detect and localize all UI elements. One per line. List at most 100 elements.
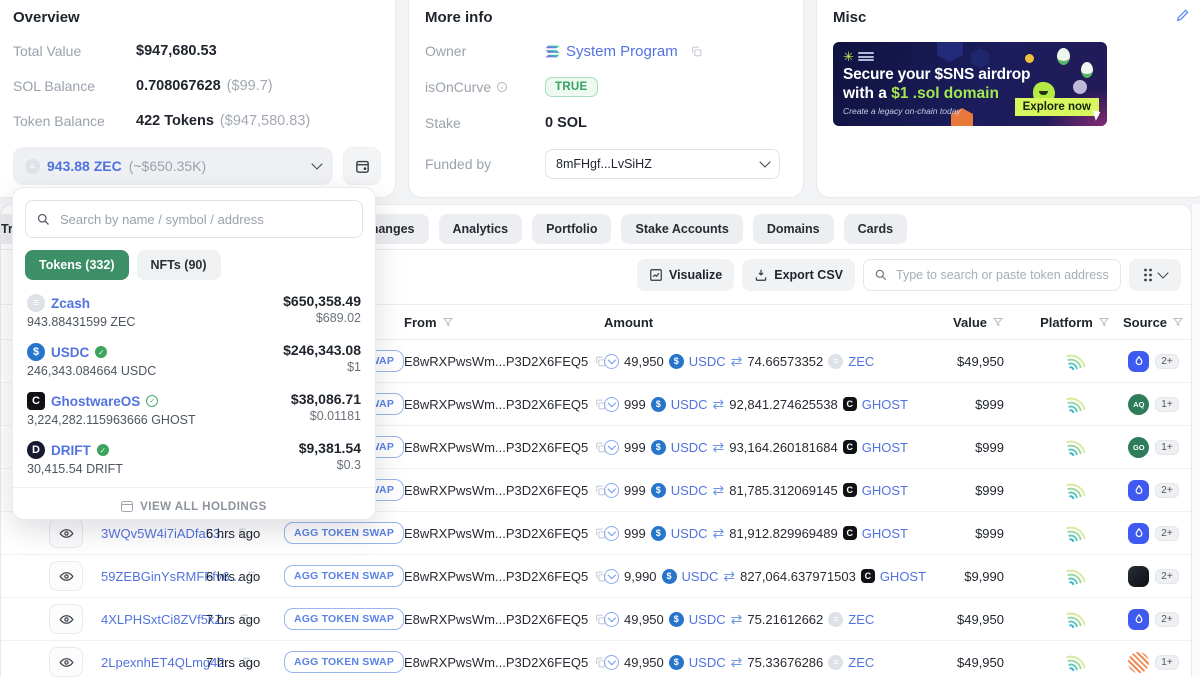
column-header-value[interactable]: Value [904,315,1004,330]
owner-link[interactable]: System Program [566,43,678,60]
expand-chevron-icon[interactable] [604,440,619,455]
edit-pencil-icon[interactable] [1175,7,1191,26]
from-address[interactable]: E8wRXPwsWm...P3D2X6FEQ5 [404,397,588,412]
from-header-label: From [404,315,437,330]
source-drop-icon[interactable] [1128,523,1149,544]
token-selector[interactable]: ≡ 943.88 ZEC (~$650.35K) [13,147,333,185]
platform-icon[interactable] [1065,521,1086,545]
platform-icon[interactable] [1065,564,1086,588]
from-address[interactable]: E8wRXPwsWm...P3D2X6FEQ5 [404,655,588,670]
from-address[interactable]: E8wRXPwsWm...P3D2X6FEQ5 [404,440,588,455]
preview-eye-button[interactable] [49,647,83,677]
platform-icon[interactable] [1065,349,1086,373]
from-address[interactable]: E8wRXPwsWm...P3D2X6FEQ5 [404,526,588,541]
wallet-button[interactable] [343,147,381,185]
tab-stake-accounts[interactable]: Stake Accounts [621,214,742,244]
token-in-link[interactable]: USDC [671,397,708,412]
filter-icon[interactable] [442,316,454,328]
token-selector-usd: (~$650.35K) [129,158,206,174]
from-address[interactable]: E8wRXPwsWm...P3D2X6FEQ5 [404,483,588,498]
token-in-link[interactable]: USDC [689,612,726,627]
platform-icon[interactable] [1065,478,1086,502]
action-badge[interactable]: AGG TOKEN SWAP [284,565,404,587]
table-search [863,259,1121,291]
scrollbar-gutter[interactable] [1191,204,1200,677]
ad-banner[interactable]: ✳ Secure your $SNS airdrop with a $1 .so… [833,42,1107,126]
tab-domains[interactable]: Domains [753,214,834,244]
filter-icon[interactable] [1098,316,1110,328]
from-address[interactable]: E8wRXPwsWm...P3D2X6FEQ5 [404,612,588,627]
preview-eye-button[interactable] [49,561,83,591]
nfts-tab[interactable]: NFTs (90) [137,250,221,280]
table-search-input[interactable] [894,267,1110,283]
column-settings-button[interactable] [1129,259,1181,291]
token-in-link[interactable]: USDC [689,354,726,369]
token-in-link[interactable]: USDC [671,483,708,498]
token-out-link[interactable]: GHOST [862,526,908,541]
source-drop-icon[interactable] [1128,609,1149,630]
action-badge[interactable]: AGG TOKEN SWAP [284,608,404,630]
token-in-link[interactable]: USDC [671,440,708,455]
tokens-tab[interactable]: Tokens (332) [25,250,129,280]
token-out-link[interactable]: GHOST [862,397,908,412]
source-go-icon[interactable]: GO [1128,437,1149,458]
expand-chevron-icon[interactable] [604,569,619,584]
from-address[interactable]: E8wRXPwsWm...P3D2X6FEQ5 [404,354,588,369]
source-aq-icon[interactable]: AQ [1128,394,1149,415]
token-in-link[interactable]: USDC [689,655,726,670]
holding-name-link[interactable]: USDC [51,345,89,360]
preview-eye-button[interactable] [49,604,83,634]
holding-item[interactable]: DDRIFT✓ 30,415.54 DRIFT $9,381.54 $0.3 [13,433,375,482]
view-all-holdings-button[interactable]: VIEW ALL HOLDINGS [13,487,375,525]
holdings-search-input[interactable] [58,211,352,228]
token-out-link[interactable]: ZEC [848,354,874,369]
column-header-platform[interactable]: Platform [1004,315,1116,330]
expand-chevron-icon[interactable] [604,397,619,412]
copy-icon[interactable] [690,45,703,58]
ad-cta-button[interactable]: Explore now [1015,98,1099,116]
holding-item[interactable]: $USDC✓ 246,343.084664 USDC $246,343.08 $… [13,335,375,384]
token-out-link[interactable]: GHOST [862,440,908,455]
funded-by-select[interactable]: 8mFHgf...LvSiHZ [545,149,780,179]
row-time: 7 hrs ago [206,612,284,627]
export-csv-button[interactable]: Export CSV [742,259,855,291]
source-count-badge: 2+ [1155,354,1178,369]
tab-cards[interactable]: Cards [844,214,907,244]
token-out-link[interactable]: ZEC [848,655,874,670]
platform-icon[interactable] [1065,435,1086,459]
row-value: $49,950 [904,354,1004,369]
expand-chevron-icon[interactable] [604,526,619,541]
token-in-link[interactable]: USDC [682,569,719,584]
column-header-from[interactable]: From [404,315,604,330]
info-icon[interactable] [496,81,508,93]
token-out-link[interactable]: GHOST [862,483,908,498]
expand-chevron-icon[interactable] [604,483,619,498]
holding-item[interactable]: CGhostwareOS✓ 3,224,282.115963666 GHOST … [13,384,375,433]
filter-icon[interactable] [992,316,1004,328]
from-address[interactable]: E8wRXPwsWm...P3D2X6FEQ5 [404,569,588,584]
source-dark-icon[interactable] [1128,566,1149,587]
filter-icon[interactable] [1172,316,1184,328]
action-badge[interactable]: AGG TOKEN SWAP [284,522,404,544]
token-out-link[interactable]: ZEC [848,612,874,627]
expand-chevron-icon[interactable] [604,655,619,670]
source-drop-icon[interactable] [1128,480,1149,501]
holding-name-link[interactable]: GhostwareOS [51,394,140,409]
holding-name-link[interactable]: DRIFT [51,443,91,458]
action-badge[interactable]: AGG TOKEN SWAP [284,651,404,673]
tab-portfolio[interactable]: Portfolio [532,214,611,244]
holding-item[interactable]: ≡Zcash 943.88431599 ZEC $650,358.49 $689… [13,286,375,335]
expand-chevron-icon[interactable] [604,354,619,369]
expand-chevron-icon[interactable] [604,612,619,627]
platform-icon[interactable] [1065,607,1086,631]
source-striped-icon[interactable] [1128,652,1149,673]
holding-name-link[interactable]: Zcash [51,296,90,311]
column-header-amount[interactable]: Amount [604,315,904,330]
platform-icon[interactable] [1065,650,1086,674]
source-drop-icon[interactable] [1128,351,1149,372]
tab-analytics[interactable]: Analytics [439,214,523,244]
visualize-button[interactable]: Visualize [637,259,734,291]
platform-icon[interactable] [1065,392,1086,416]
token-in-link[interactable]: USDC [671,526,708,541]
column-header-source[interactable]: Source [1116,315,1191,330]
